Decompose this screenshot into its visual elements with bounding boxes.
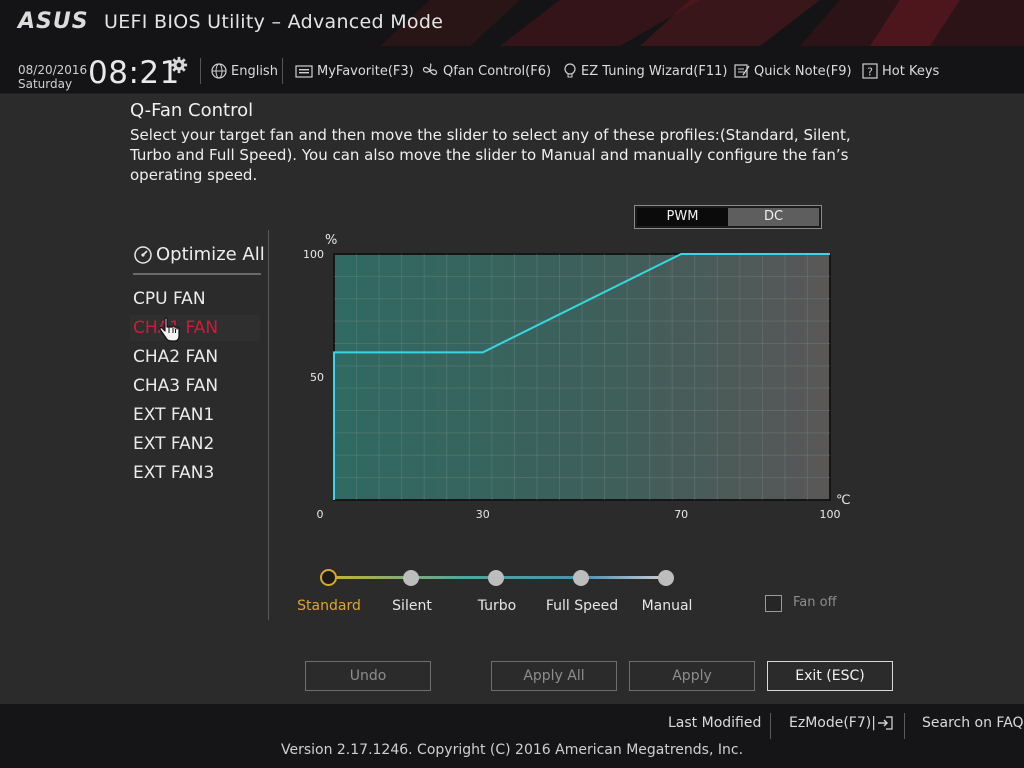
globe-icon xyxy=(211,63,227,79)
fan-item-ext-fan2[interactable]: EXT FAN2 xyxy=(130,431,260,457)
y-tick-label: 100 xyxy=(303,248,324,261)
asus-logo: ASUS xyxy=(18,9,89,34)
x-tick-label: 0 xyxy=(317,508,324,521)
language-menu[interactable]: English xyxy=(211,63,278,79)
hot-keys-label: Hot Keys xyxy=(882,63,940,79)
x-ticks: 0 30 70 100 xyxy=(317,508,841,521)
pwm-dc-toggle[interactable]: PWM DC xyxy=(634,205,822,229)
myfavorite-button[interactable]: MyFavorite(F3) xyxy=(295,63,414,79)
fan-off-checkbox[interactable] xyxy=(765,595,782,612)
profile-knob-manual[interactable] xyxy=(658,570,674,586)
toolbar-divider xyxy=(200,58,201,84)
profile-knob-full-speed[interactable] xyxy=(573,570,589,586)
fan-curve-chart[interactable]: % ℃ 100 50 0 30 70 100 xyxy=(300,230,860,530)
optimize-underline xyxy=(133,273,261,275)
copyright-text: Version 2.17.1246. Copyright (C) 2016 Am… xyxy=(280,742,744,758)
fan-icon xyxy=(422,63,438,76)
panel-divider xyxy=(268,230,269,620)
y-ticks: 100 50 xyxy=(303,248,324,384)
x-tick-label: 100 xyxy=(820,508,841,521)
question-icon: ? xyxy=(862,63,878,79)
hand-cursor-icon xyxy=(159,317,180,342)
x-tick-label: 30 xyxy=(476,508,490,521)
qfan-control-label: Qfan Control(F6) xyxy=(443,63,552,79)
footer-divider xyxy=(770,713,771,739)
note-icon xyxy=(734,64,750,78)
profile-label-standard[interactable]: Standard xyxy=(297,598,361,614)
profile-label-manual[interactable]: Manual xyxy=(642,598,693,614)
qfan-control-button[interactable]: Qfan Control(F6) xyxy=(421,63,551,79)
fan-item-cha3-fan[interactable]: CHA3 FAN xyxy=(130,373,260,399)
apply-button[interactable]: Apply xyxy=(629,661,755,691)
lightbulb-icon xyxy=(564,63,576,78)
hot-keys-button[interactable]: ? Hot Keys xyxy=(862,63,939,79)
profile-label-turbo[interactable]: Turbo xyxy=(478,598,517,614)
quick-note-button[interactable]: Quick Note(F9) xyxy=(734,63,852,79)
profile-knob-turbo[interactable] xyxy=(488,570,504,586)
date-display: 08/20/2016 Saturday xyxy=(18,63,87,91)
last-modified-button[interactable]: Last Modified xyxy=(668,715,761,731)
clock: 08:21 xyxy=(88,55,180,91)
ezmode-label: EzMode(F7)| xyxy=(789,715,876,731)
quick-note-label: Quick Note(F9) xyxy=(754,63,852,79)
fan-item-cpu-fan[interactable]: CPU FAN xyxy=(130,286,260,312)
y-axis-label: % xyxy=(325,233,337,248)
profile-knob-silent[interactable] xyxy=(403,570,419,586)
fan-item-cha2-fan[interactable]: CHA2 FAN xyxy=(130,344,260,370)
fan-item-ext-fan1[interactable]: EXT FAN1 xyxy=(130,402,260,428)
favorite-folder-icon xyxy=(295,65,313,78)
ez-tuning-wizard-label: EZ Tuning Wizard(F11) xyxy=(581,63,728,79)
footer: Last Modified EzMode(F7)| Search on FAQ … xyxy=(0,704,1024,768)
pwm-option[interactable]: PWM xyxy=(637,208,728,226)
footer-divider xyxy=(904,713,905,739)
toolbar: 08/20/2016 Saturday 08:21 English MyFavo… xyxy=(0,46,1024,94)
page-description: Select your target fan and then move the… xyxy=(130,126,851,184)
exit-arrow-icon xyxy=(877,716,893,730)
undo-button[interactable]: Undo xyxy=(305,661,431,691)
exit-button[interactable]: Exit (ESC) xyxy=(767,661,893,691)
x-axis-label: ℃ xyxy=(836,493,851,508)
language-label: English xyxy=(231,63,278,79)
day-text: Saturday xyxy=(18,77,73,91)
app-title: UEFI BIOS Utility – Advanced Mode xyxy=(104,11,444,33)
profile-label-full-speed[interactable]: Full Speed xyxy=(546,598,618,614)
myfavorite-label: MyFavorite(F3) xyxy=(317,63,414,79)
apply-all-button[interactable]: Apply All xyxy=(491,661,617,691)
dc-option[interactable]: DC xyxy=(728,208,819,226)
svg-text:?: ? xyxy=(867,66,873,79)
y-tick-label: 50 xyxy=(310,371,324,384)
page-title: Q-Fan Control xyxy=(130,100,254,121)
ezmode-button[interactable]: EzMode(F7)| xyxy=(789,715,893,731)
gear-icon[interactable] xyxy=(170,56,188,74)
profile-label-silent[interactable]: Silent xyxy=(392,598,432,614)
speedometer-icon xyxy=(134,245,152,264)
search-faq-button[interactable]: Search on FAQ xyxy=(922,715,1024,731)
toolbar-divider xyxy=(282,58,283,84)
optimize-all-label: Optimize All xyxy=(156,244,265,265)
optimize-all-button[interactable]: Optimize All xyxy=(133,244,265,265)
title-bar: ASUS UEFI BIOS Utility – Advanced Mode xyxy=(0,0,1024,46)
x-tick-label: 70 xyxy=(674,508,688,521)
fan-item-cha1-fan[interactable]: CHA1 FAN xyxy=(130,315,260,341)
fan-item-ext-fan3[interactable]: EXT FAN3 xyxy=(130,460,260,486)
date-text: 08/20/2016 xyxy=(18,63,88,77)
profile-knob-standard[interactable] xyxy=(320,569,337,586)
fan-off-label: Fan off xyxy=(793,595,837,610)
ez-tuning-wizard-button[interactable]: EZ Tuning Wizard(F11) xyxy=(563,63,727,79)
